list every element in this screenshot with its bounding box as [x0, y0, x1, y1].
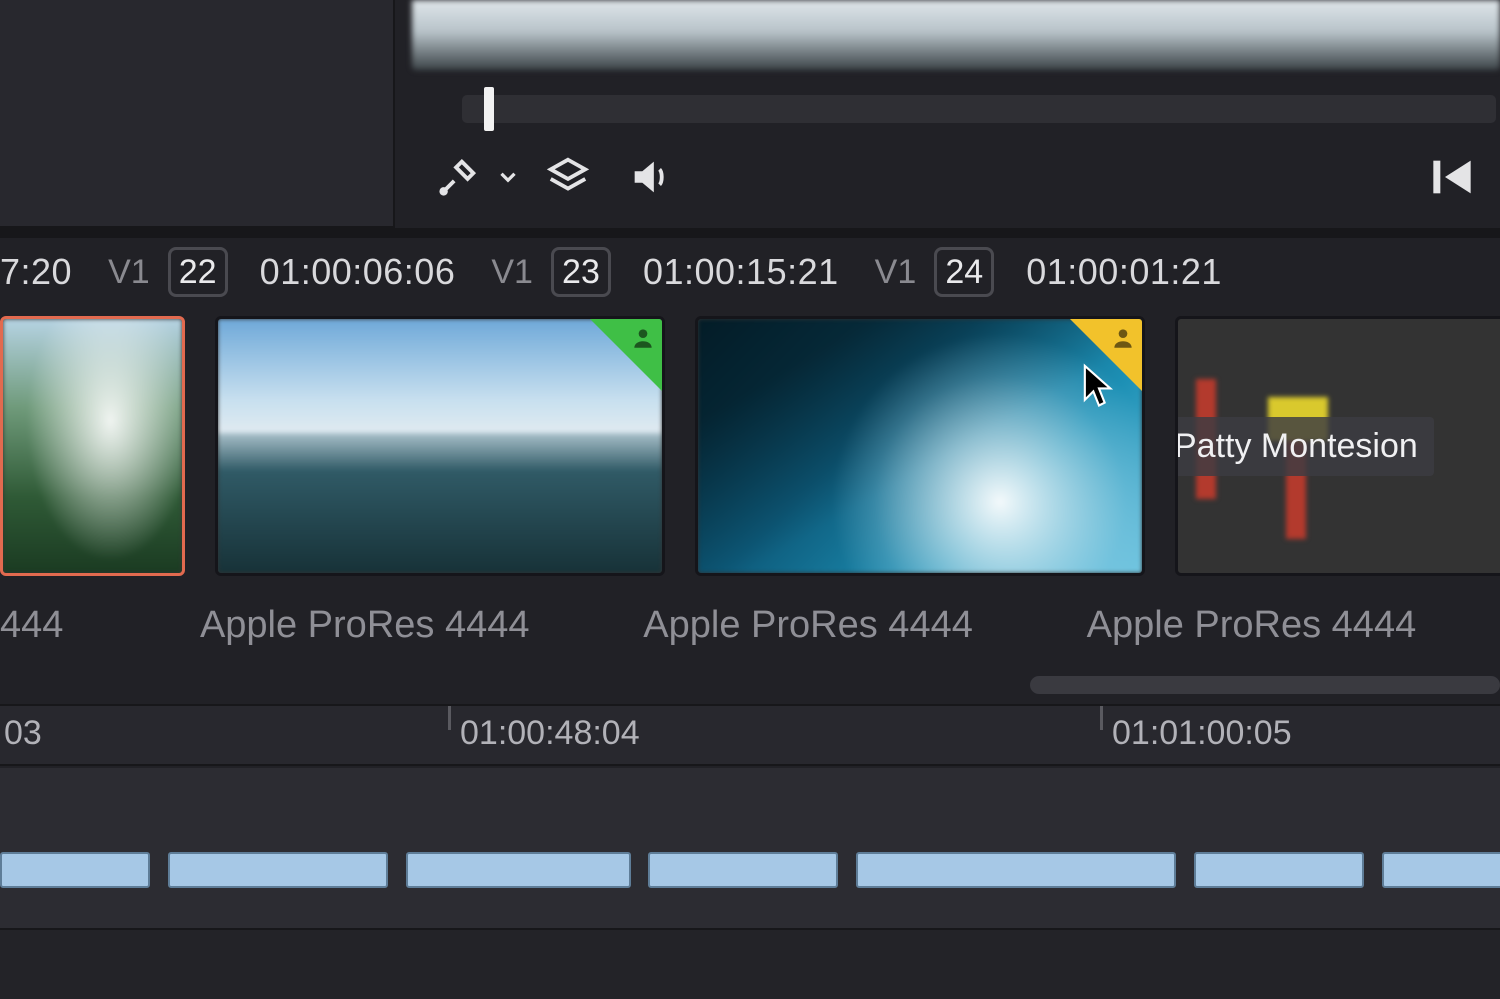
scrub-playhead[interactable] — [484, 87, 494, 131]
clip-thumbnail[interactable]: Patty Montesion — [1175, 316, 1500, 576]
timeline-clip-segment[interactable] — [648, 852, 838, 888]
codec-label-partial: 444 — [0, 604, 170, 662]
clip-strip-header: 7:20 V1 22 01:00:06:06 V1 23 01:00:15:21… — [0, 238, 1500, 306]
clip-thumbnail[interactable] — [695, 316, 1145, 576]
layers-icon[interactable] — [545, 154, 591, 205]
clip-timecode: 01:00:01:21 — [1026, 251, 1222, 293]
codec-label: Apple ProRes 4444 — [1087, 604, 1500, 662]
clip-strip: 7:20 V1 22 01:00:06:06 V1 23 01:00:15:21… — [0, 238, 1500, 698]
track-label: V1 — [875, 253, 917, 292]
viewer-scrub-bar[interactable] — [462, 95, 1496, 123]
cursor-icon — [1082, 363, 1116, 411]
viewer-preview — [412, 0, 1500, 70]
eyedropper-icon[interactable] — [435, 154, 481, 205]
person-icon — [1110, 325, 1136, 351]
codec-row: 444 Apple ProRes 4444 Apple ProRes 4444 … — [0, 604, 1500, 662]
timeline-clip-segment[interactable] — [856, 852, 1176, 888]
timeline-ruler[interactable]: 03 01:00:48:04 01:01:00:05 — [0, 704, 1500, 766]
thumbnail-art — [3, 319, 182, 573]
codec-label: Apple ProRes 4444 — [643, 604, 1056, 662]
clip-timecode: 01:00:06:06 — [260, 251, 456, 293]
timeline-track-bg-lower — [0, 928, 1500, 999]
timeline-clip-segment[interactable] — [1382, 852, 1500, 888]
ruler-label: 01:00:48:04 — [460, 714, 640, 753]
clip-number[interactable]: 23 — [551, 247, 611, 297]
timeline-clip-segment[interactable] — [406, 852, 631, 888]
clip-thumbnail-selected[interactable] — [0, 316, 185, 576]
clip-number[interactable]: 24 — [934, 247, 994, 297]
chevron-down-icon[interactable] — [495, 164, 521, 195]
timeline-clip-segment[interactable] — [0, 852, 150, 888]
user-tooltip: Patty Montesion — [1175, 417, 1434, 476]
person-icon — [630, 325, 656, 351]
thumbnail-row: Patty Montesion — [0, 316, 1500, 601]
side-panel-fragment — [0, 0, 395, 228]
ruler-tick — [448, 706, 451, 730]
skip-previous-icon[interactable] — [1424, 149, 1480, 210]
timeline-track-bg — [0, 768, 1500, 928]
timeline-clip-segment[interactable] — [168, 852, 388, 888]
clip-number[interactable]: 22 — [168, 247, 228, 297]
ruler-label: 01:01:00:05 — [1112, 714, 1292, 753]
timeline-clips-row[interactable] — [0, 852, 1500, 892]
timeline-clip-segment[interactable] — [1194, 852, 1364, 888]
track-label: V1 — [491, 253, 533, 292]
ruler-tick — [1100, 706, 1103, 730]
codec-label: Apple ProRes 4444 — [200, 604, 613, 662]
clip-timecode: 01:00:15:21 — [643, 251, 839, 293]
viewer-toolbar — [435, 140, 1480, 218]
panel-divider — [0, 228, 1500, 238]
speaker-icon[interactable] — [627, 154, 673, 205]
clip-thumbnail[interactable] — [215, 316, 665, 576]
ruler-label: 03 — [4, 714, 42, 753]
horizontal-scrollbar[interactable] — [1030, 676, 1500, 694]
track-label: V1 — [108, 253, 150, 292]
timecode-partial: 7:20 — [0, 251, 72, 293]
